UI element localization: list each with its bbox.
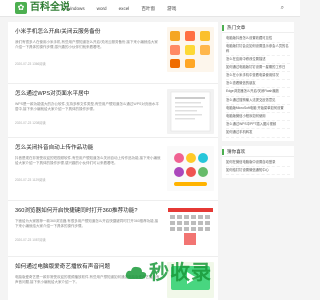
sidebar: 热门文章 电脑版抖音怎么设置收藏可见性 电脑版钉钉会议如何设置显示参会人员的名称… — [222, 22, 294, 183]
sidebar-link[interactable]: Edge浏览器怎么开启/关闭Flash播放 — [226, 88, 290, 97]
sidebar-link[interactable]: 电脑版MicroSoft电脑 开始菜单如何设置 — [226, 105, 290, 114]
watermark-text: 秒收录 — [149, 262, 212, 284]
panel-header: 热门文章 — [222, 22, 294, 33]
panel-title: 热门文章 — [227, 25, 246, 30]
search-icon[interactable]: ⌕ — [281, 5, 284, 12]
article-meta: 2020-07-23 1208阅读 — [15, 121, 46, 125]
article-thumbnail[interactable] — [167, 206, 214, 251]
sidebar-link[interactable]: 怎么通过WPS中PPT插入图片视频 — [226, 121, 290, 130]
sidebar-link[interactable]: 电脑版抖音怎么设置收藏可见性 — [226, 35, 290, 44]
panel-header: 猜你喜欢 — [222, 146, 294, 157]
article-meta: 2020-07-23 1129阅读 — [15, 178, 46, 182]
sidebar-link[interactable]: 电脑版钉钉会议如何设置显示参会人员的名称 — [226, 43, 290, 56]
article-item[interactable]: 小米手机怎么开启/关闭云服务备份 我们有很多人在使用小米手机,有些用户想知道怎么… — [8, 22, 218, 84]
article-summary: WPS是一款功能强大的办公软件,支持多种文件类型,有些用户想知道怎么通过WPS对… — [15, 102, 159, 112]
sidebar-link[interactable]: 怎么在应用中修改位置描述 — [226, 56, 290, 64]
article-title[interactable]: 小米手机怎么开启/关闭云服务备份 — [15, 28, 161, 36]
article-item[interactable]: 怎么关闭抖音自动上传作品功能 抖音是现在非常受欢迎的短视频软件,有些用户想知道怎… — [8, 138, 218, 201]
nav-item-excel[interactable]: excel — [119, 5, 130, 12]
logo-mark-icon: ✿ — [15, 2, 27, 14]
site-logo[interactable]: ✿ 百科全说 — [15, 2, 70, 14]
sidebar-link[interactable]: 如何通过手机转发 — [226, 129, 290, 138]
article-title[interactable]: 怎么关闭抖音自动上传作品功能 — [15, 144, 161, 152]
article-meta: 2020-07-23 1366阅读 — [15, 62, 46, 66]
article-thumbnail[interactable] — [167, 146, 214, 191]
logo-text: 百科全说 — [30, 2, 70, 13]
article-title[interactable]: 怎么通过WPS对页面水平居中 — [15, 90, 161, 98]
nav-item-blinds[interactable]: 百叶窗 — [141, 5, 155, 12]
sidebar-link[interactable]: 怎么在小米手机中查看电量使用情况 — [226, 72, 290, 81]
recommend-panel: 猜你喜欢 如何在微信电脑版中设置自动登录 如何给钉钉设置微信通知中心 — [222, 145, 294, 179]
article-meta: 2020-07-23 1087阅读 — [15, 238, 46, 242]
article-item[interactable]: 360浏览器如何开启快捷键同时打开360推荐功能? 下面给为大家推荐一款360浏… — [8, 201, 218, 257]
nav-item-word[interactable]: word — [97, 5, 107, 12]
watermark: 秒收录 — [125, 262, 212, 284]
article-title[interactable]: 360浏览器如何开启快捷键同时打开360推荐功能? — [15, 207, 161, 215]
hot-articles-panel: 热门文章 电脑版抖音怎么设置收藏可见性 电脑版钉钉会议如何设置显示参会人员的名称… — [222, 22, 294, 141]
cloud-icon — [125, 265, 147, 281]
article-thumbnail[interactable] — [167, 89, 214, 134]
sidebar-link[interactable]: 怎么通过搜狗输入法提交反馈意见 — [226, 97, 290, 105]
article-item[interactable]: 怎么通过WPS对页面水平居中 WPS是一款功能强大的办公软件,支持多种文件类型,… — [8, 84, 218, 138]
article-summary: 下面给为大家推荐一款360浏览器,有很多用户想知道怎么开启快捷键同时打开360推… — [15, 219, 159, 229]
nav-item-windows[interactable]: windows — [67, 5, 85, 12]
article-thumbnail[interactable] — [167, 27, 214, 72]
sidebar-link[interactable]: 如何在微信电脑版中设置自动登录 — [226, 159, 290, 167]
sidebar-link[interactable]: 如何通过电脑版钉钉设置一星期的工作日 — [226, 64, 290, 72]
article-summary: 我们有很多人在使用小米手机,有些用户想知道怎么开启/关闭云服务备份,接下来小编就… — [15, 40, 158, 50]
article-summary: 抖音是现在非常受欢迎的短视频软件,有些用户想知道怎么关闭自动上传作品功能,接下来… — [15, 156, 161, 166]
main-nav: windows word excel 百叶窗 游戏 — [67, 5, 176, 12]
site-header: ✿ 百科全说 windows word excel 百叶窗 游戏 ⌕ — [0, 0, 300, 17]
sidebar-link[interactable]: 怎么查看微信的朋友 — [226, 80, 290, 89]
hot-article-list: 电脑版抖音怎么设置收藏可见性 电脑版钉钉会议如何设置显示参会人员的名称 怎么在应… — [222, 33, 294, 141]
sidebar-link[interactable]: 如何给钉钉设置微信通知中心 — [226, 167, 290, 176]
panel-title: 猜你喜欢 — [227, 148, 246, 154]
article-list: 小米手机怎么开启/关闭云服务备份 我们有很多人在使用小米手机,有些用户想知道怎么… — [8, 22, 218, 300]
nav-item-games[interactable]: 游戏 — [167, 5, 176, 12]
recommend-list: 如何在微信电脑版中设置自动登录 如何给钉钉设置微信通知中心 — [222, 157, 294, 178]
sidebar-link[interactable]: 电脑版微信小程序如何使用 — [226, 113, 290, 122]
